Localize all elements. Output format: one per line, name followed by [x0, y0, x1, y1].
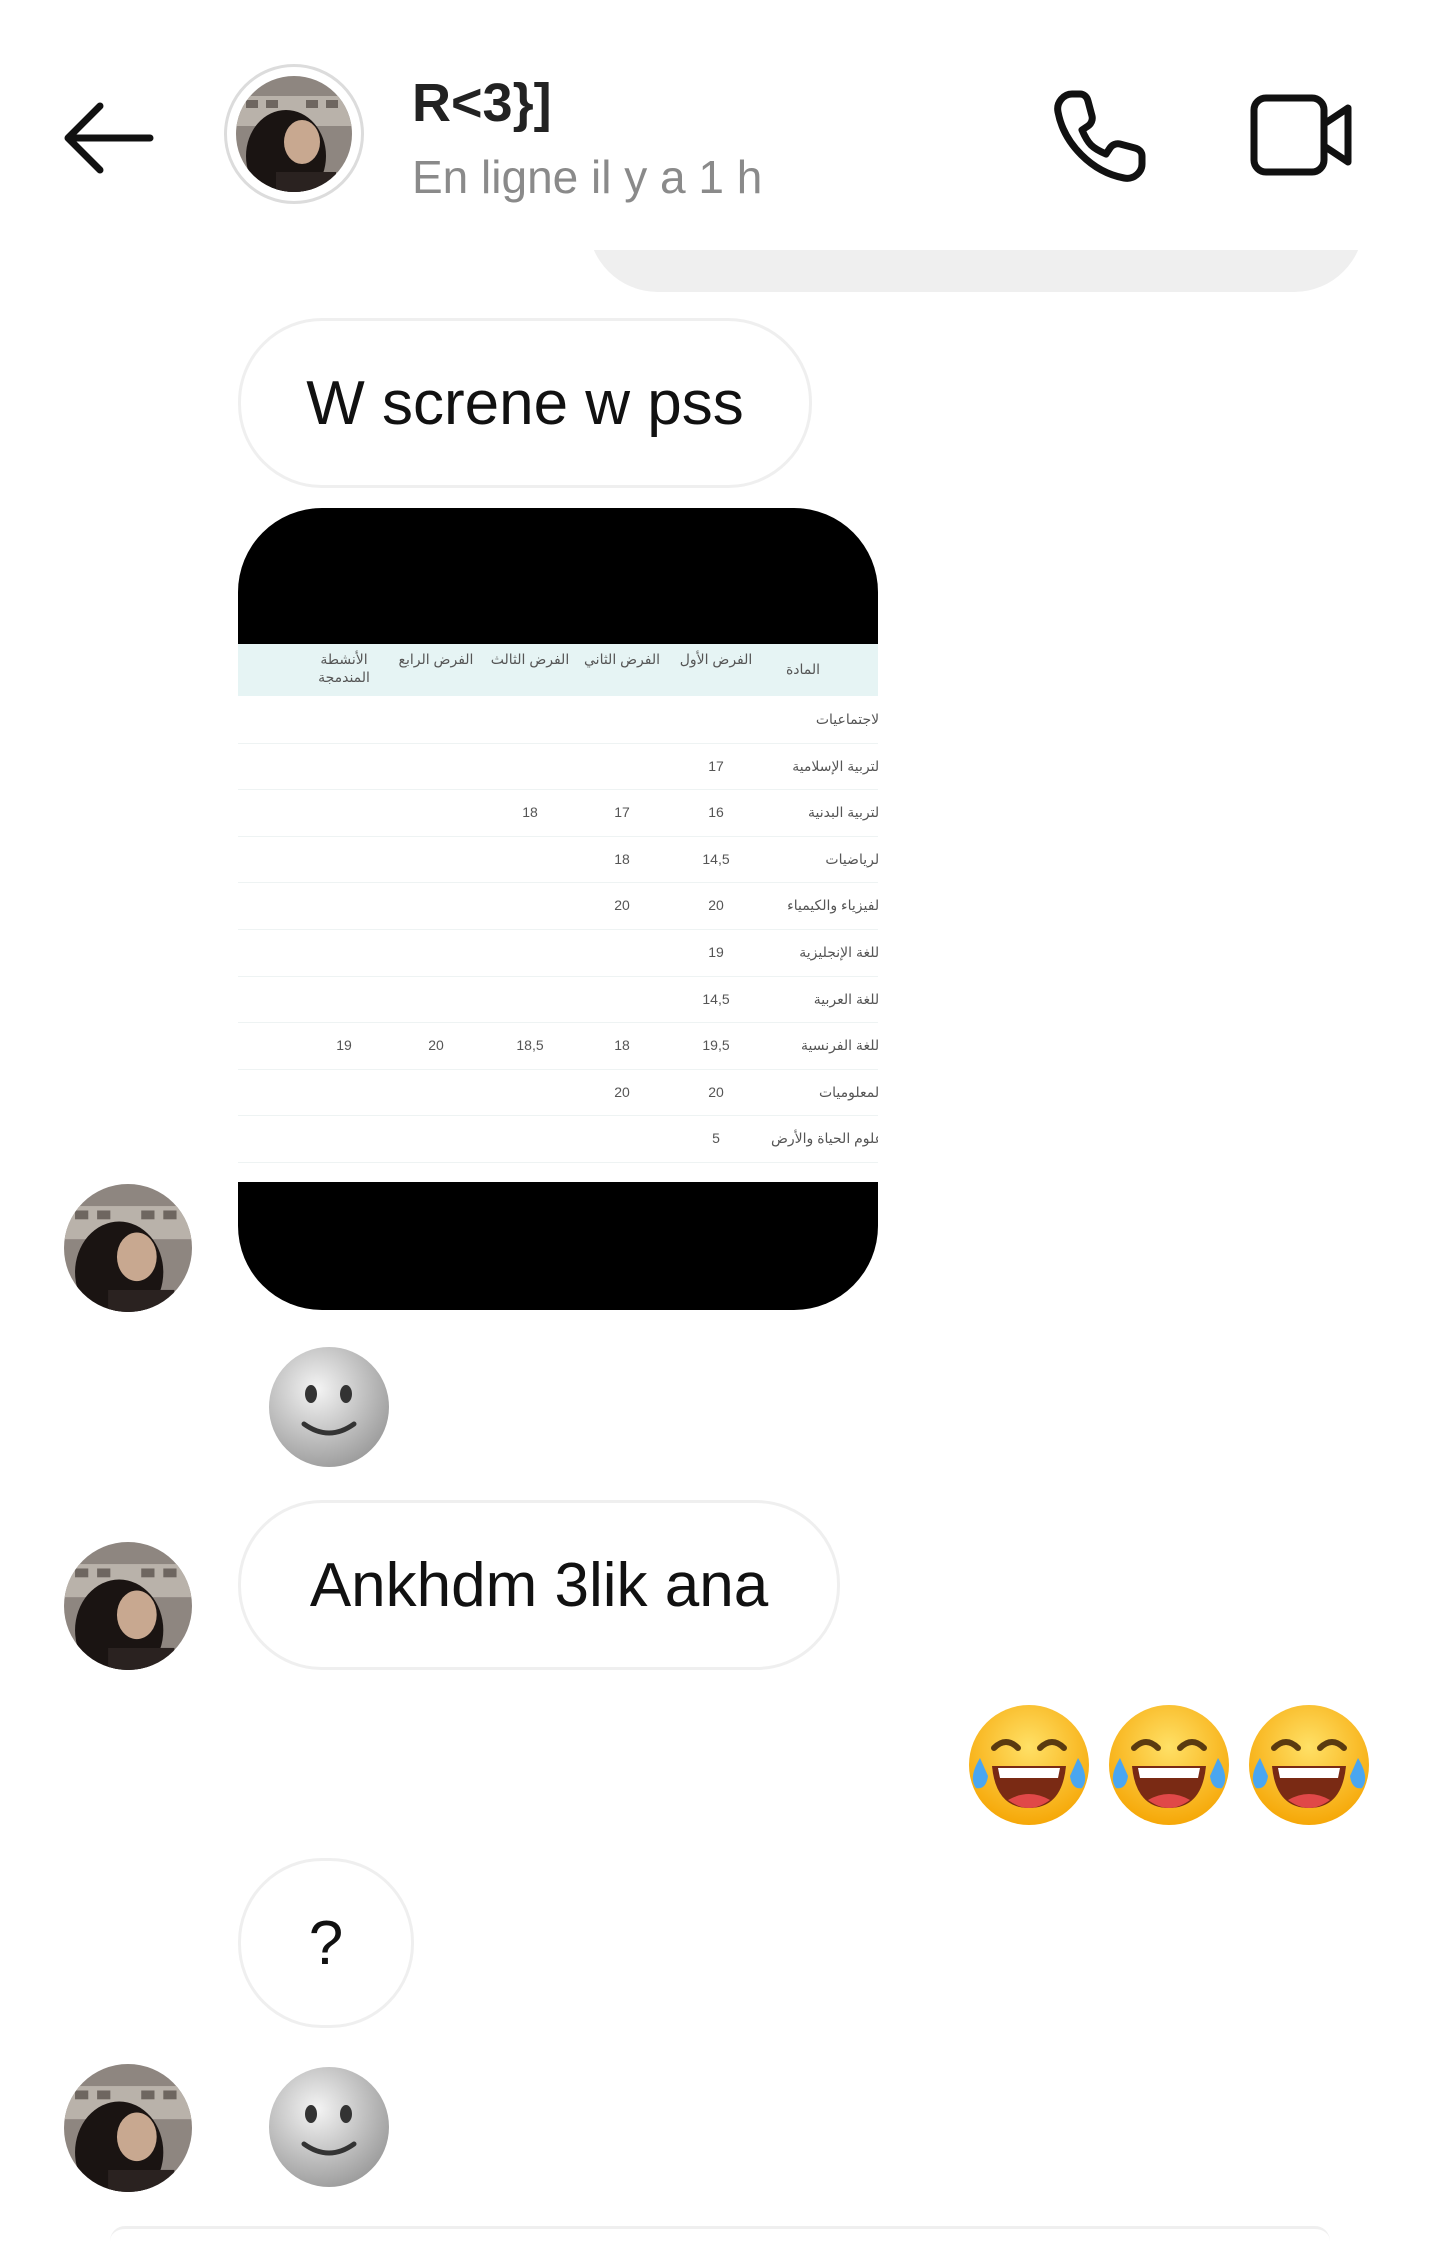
grade-sheet-row-divider [238, 789, 878, 791]
grade-sheet-row-divider [238, 1068, 878, 1070]
face-with-tears-of-joy-icon [1249, 1705, 1369, 1825]
grade-sheet-header: الفرض الثاني [584, 651, 660, 667]
phone-icon [1054, 90, 1146, 182]
grade-sheet-grade: 20 [708, 1083, 724, 1100]
avatar-image [64, 1184, 192, 1312]
incoming-message-bubble[interactable]: W screne w pss [238, 318, 812, 488]
moon-face-emoji[interactable] [266, 1344, 392, 1470]
grade-sheet-row-divider [238, 975, 878, 977]
video-camera-icon [1250, 94, 1352, 176]
back-button[interactable] [58, 96, 158, 180]
grade-sheet-subject: اللغة الإنجليزية [799, 944, 878, 960]
grade-sheet-row-divider [238, 742, 878, 744]
grade-sheet-grade: 18 [614, 1037, 630, 1054]
contact-avatar[interactable] [224, 64, 364, 204]
grade-sheet-grade: 18,5 [516, 1037, 544, 1054]
online-status: En ligne il y a 1 h [412, 151, 763, 203]
grade-sheet-grade: 17 [614, 804, 630, 821]
grade-sheet-grade: 17 [708, 757, 724, 774]
grade-sheet-grade: 5 [712, 1130, 720, 1147]
grade-sheet-subject: التربية الإسلامية [792, 757, 878, 774]
grade-sheet-row-divider [238, 835, 878, 837]
grade-sheet-grade: 14,5 [702, 850, 730, 867]
grade-sheet-grade: 20 [614, 897, 630, 914]
grade-sheet-header: الفرض الثالث [490, 651, 570, 667]
grade-sheet-subject: الرياضيات [825, 850, 878, 867]
next-message-bubble-edge [110, 2226, 1330, 2241]
message-text: ? [308, 1908, 344, 1978]
chat-header: R<3}] En ligne il y a 1 h [0, 0, 1440, 250]
grade-sheet-row-divider [238, 1115, 878, 1117]
grade-sheet-subject: التربية البدنية [808, 804, 878, 821]
incoming-message-bubble[interactable]: ? [238, 1858, 414, 2028]
grade-sheet-header: الأنشطة المندمجة [318, 651, 370, 685]
grade-sheet-grade: 16 [708, 804, 724, 821]
sender-avatar[interactable] [64, 2064, 192, 2192]
sender-avatar[interactable] [64, 1542, 192, 1670]
contact-avatar-image [236, 76, 352, 192]
grade-sheet-grade: 18 [522, 804, 538, 821]
face-with-tears-of-joy-icon [969, 1705, 1089, 1825]
contact-name[interactable]: R<3}] [412, 72, 552, 134]
grade-sheet: المادة الفرض الأول الفرض الثاني الفرض الثال… [238, 644, 878, 1182]
face-with-tears-of-joy-icon [1109, 1705, 1229, 1825]
grade-sheet-grade: 20 [614, 1083, 630, 1100]
back-arrow-icon [64, 102, 154, 174]
grade-sheet-subject: علوم الحياة والأرض [770, 1130, 878, 1147]
grade-sheet-subject: المعلوميات [818, 1083, 878, 1100]
shared-screenshot-image[interactable]: المادة الفرض الأول الفرض الثاني الفرض الثال… [238, 508, 878, 1310]
avatar-image [64, 1542, 192, 1670]
grade-sheet-subject: الفيزياء والكيمياء [787, 897, 878, 914]
outgoing-emoji-message[interactable] [964, 1700, 1384, 1840]
grade-sheet-header: الفرض الأول [679, 651, 753, 667]
grade-sheet-row-divider [238, 1022, 878, 1024]
voice-call-button[interactable] [1050, 86, 1150, 186]
moon-face-icon [269, 2067, 389, 2187]
moon-face-icon [269, 1347, 389, 1467]
grade-sheet-grade: 19,5 [702, 1037, 730, 1054]
moon-face-emoji[interactable] [266, 2064, 392, 2190]
sender-avatar[interactable] [64, 1184, 192, 1312]
grade-sheet-grade: 18 [614, 850, 630, 867]
video-call-button[interactable] [1248, 90, 1358, 180]
grade-sheet-header: المادة [785, 661, 821, 677]
grade-sheet-grade: 19 [708, 944, 724, 960]
grade-sheet-row-divider [238, 882, 878, 884]
message-text: Ankhdm 3lik ana [309, 1550, 769, 1620]
incoming-message-bubble[interactable]: Ankhdm 3lik ana [238, 1500, 840, 1670]
avatar-image [64, 2064, 192, 2192]
grade-sheet-subject: الاجتماعيات [815, 711, 878, 727]
grade-sheet-grade: 14,5 [702, 990, 730, 1007]
grade-sheet-row-divider [238, 1162, 878, 1163]
grade-sheet-header: الفرض الرابع [398, 651, 474, 667]
grade-sheet-subject: اللغة العربية [813, 990, 878, 1007]
grade-sheet-grade: 20 [708, 897, 724, 914]
grade-sheet-grade: 19 [336, 1037, 352, 1054]
message-text: W screne w pss [306, 368, 744, 438]
grade-sheet-grade: 20 [428, 1037, 444, 1054]
grade-sheet-row-divider [238, 929, 878, 930]
grade-sheet-subject: اللغة الفرنسية [800, 1037, 878, 1054]
